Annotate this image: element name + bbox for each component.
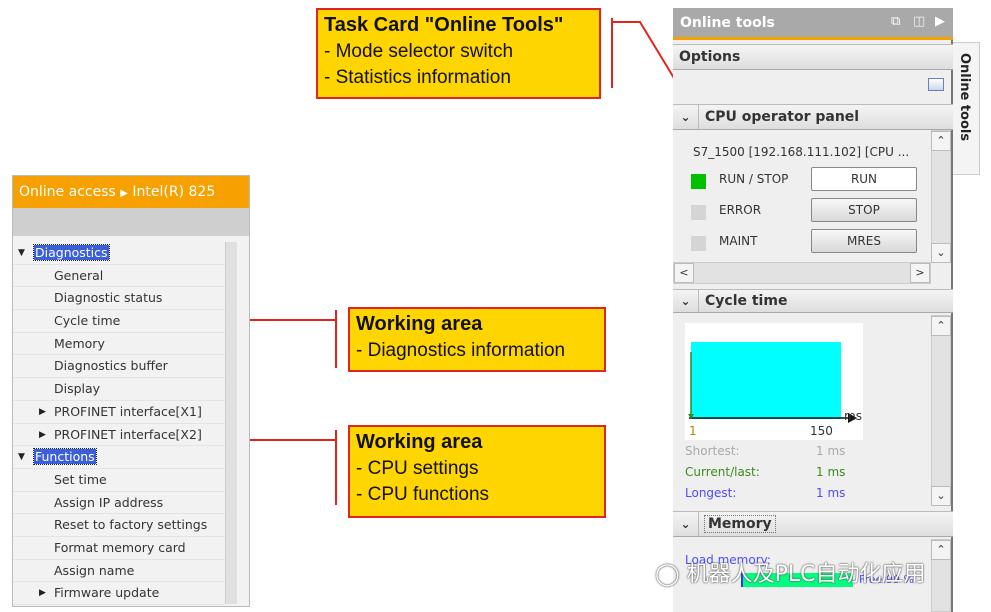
- memory-scrollbar[interactable]: ⌃: [931, 539, 951, 612]
- watermark: ◯ 机器人及PLC自动化应用: [655, 562, 926, 587]
- cpu-panel-scrollbar[interactable]: ⌃ ⌄: [931, 130, 951, 263]
- task-card-title: Online tools: [680, 15, 775, 31]
- shortest-value: 1 ms: [816, 444, 846, 458]
- run-stop-led: [691, 174, 706, 189]
- callout-working-area-functions: Working area - CPU settings - CPU function…: [348, 425, 606, 518]
- tree-item-label: Reset to factory settings: [54, 517, 208, 533]
- chevron-down-icon: ⌄: [673, 290, 699, 312]
- shortest-label: Shortest:: [685, 444, 740, 458]
- breadcrumb: Online access ▶ Intel(R) 825: [13, 176, 249, 208]
- toolbar: [13, 208, 249, 236]
- error-led: [691, 205, 706, 220]
- memory-header[interactable]: ⌄ Memory: [673, 511, 953, 537]
- stop-button[interactable]: STOP: [811, 198, 917, 222]
- maint-label: MAINT: [719, 234, 758, 248]
- current-label: Current/last:: [685, 465, 760, 479]
- mres-button[interactable]: MRES: [811, 229, 917, 253]
- tree-item-firmware-update[interactable]: ▶ Firmware update: [13, 582, 225, 605]
- maint-led: [691, 236, 706, 251]
- scroll-up-icon: ⌃: [931, 316, 951, 336]
- tree-item-label: Firmware update: [54, 585, 160, 601]
- tree-item-label: Set time: [54, 471, 107, 487]
- tree-item-label: Functions: [33, 448, 97, 466]
- axis-min-label: 1: [689, 424, 697, 438]
- wechat-icon: ◯: [655, 562, 680, 587]
- chevron-right-icon: ▶: [120, 188, 128, 199]
- tree-item-set-time[interactable]: Set time: [13, 469, 225, 492]
- online-tools-task-card: Online tools ⧉ ◫ ▶ Options ⌄ CPU operator…: [673, 8, 953, 612]
- tree-item-assign-ip-address[interactable]: Assign IP address: [13, 492, 225, 515]
- tree-item-assign-name[interactable]: Assign name: [13, 560, 225, 583]
- cpu-operator-panel-header[interactable]: ⌄ CPU operator panel: [673, 104, 953, 130]
- horizontal-scrollbar[interactable]: < >: [673, 262, 931, 284]
- tree-item-diagnostic-status[interactable]: Diagnostic status: [13, 287, 225, 311]
- float-window-icon[interactable]: ⧉: [891, 14, 900, 29]
- longest-label: Longest:: [685, 486, 737, 500]
- scroll-down-icon: ⌄: [931, 486, 951, 506]
- cycle-time-chart: 1 150 ms: [685, 323, 863, 440]
- cycle-time-bar: [691, 342, 841, 419]
- collapse-arrow-icon[interactable]: ▶: [935, 14, 945, 29]
- tree-item-label: Assign IP address: [54, 494, 164, 510]
- tree-item-display[interactable]: Display: [13, 378, 225, 401]
- tree-item-label: Diagnostics buffer: [54, 358, 168, 374]
- tree-item-label: Cycle time: [54, 313, 121, 329]
- axis-max-label: 150: [810, 424, 833, 438]
- window-icon[interactable]: [928, 78, 944, 91]
- tree-item-profinet-interface-x2[interactable]: ▶ PROFINET interface[X2]: [13, 424, 225, 447]
- collapsed-triangle-icon[interactable]: ▶: [39, 582, 46, 604]
- split-pane-icon[interactable]: ◫: [913, 14, 925, 29]
- cycle-time-header[interactable]: ⌄ Cycle time: [673, 289, 953, 313]
- chevron-down-icon: ⌄: [673, 105, 699, 129]
- run-stop-label: RUN / STOP: [719, 172, 789, 186]
- tree-item-label: Format memory card: [54, 539, 186, 555]
- tree-item-diagnostics[interactable]: ▼ Diagnostics: [13, 242, 225, 265]
- options-section[interactable]: Options: [673, 44, 953, 70]
- device-name: S7_1500 [192.168.111.102] [CPU ...: [693, 145, 910, 159]
- callout-task-card: Task Card "Online Tools" - Mode selector …: [316, 8, 601, 99]
- expanded-triangle-icon[interactable]: ▼: [18, 446, 25, 468]
- breadcrumb-interface[interactable]: Intel(R) 825: [132, 184, 215, 200]
- scroll-down-icon: ⌄: [931, 243, 951, 263]
- tree-item-functions[interactable]: ▼ Functions: [13, 446, 225, 469]
- tree-item-profinet-interface-x1[interactable]: ▶ PROFINET interface[X1]: [13, 401, 225, 424]
- scrollbar[interactable]: [225, 242, 237, 604]
- tree-item-label: Memory: [54, 335, 105, 351]
- tree-item-label: Diagnostics: [33, 244, 110, 261]
- collapsed-triangle-icon[interactable]: ▶: [39, 424, 46, 446]
- run-button[interactable]: RUN: [811, 167, 917, 191]
- side-tab-online-tools[interactable]: Online tools: [953, 42, 980, 175]
- navigation-tree: ▼ Diagnostics General Diagnostic status Cycl…: [13, 242, 225, 605]
- task-card-header: Online tools ⧉ ◫ ▶: [673, 8, 953, 40]
- scroll-left-icon: <: [674, 263, 694, 283]
- error-label: ERROR: [719, 203, 762, 217]
- callout-working-area-diagnostics: Working area - Diagnostics information: [348, 307, 606, 372]
- tree-item-label: PROFINET interface[X1]: [54, 403, 202, 419]
- expanded-triangle-icon[interactable]: ▼: [18, 242, 25, 264]
- tree-item-label: Diagnostic status: [54, 290, 163, 306]
- tree-item-label: General: [54, 267, 104, 283]
- collapsed-triangle-icon[interactable]: ▶: [39, 401, 46, 423]
- axis-unit-label: ms: [844, 409, 862, 423]
- working-area-panel: Online access ▶ Intel(R) 825 ▼ Diagnostic…: [12, 175, 250, 607]
- current-value: 1 ms: [816, 465, 846, 479]
- tree-item-diagnostics-buffer[interactable]: Diagnostics buffer: [13, 355, 225, 379]
- scroll-right-icon: >: [910, 263, 930, 283]
- scroll-up-icon: ⌃: [931, 131, 951, 151]
- tree-item-label: Display: [54, 381, 101, 397]
- tree-item-memory[interactable]: Memory: [13, 333, 225, 356]
- cycle-scrollbar[interactable]: ⌃ ⌄: [931, 315, 951, 506]
- longest-value: 1 ms: [816, 486, 846, 500]
- tree-item-cycle-time[interactable]: Cycle time: [13, 310, 225, 333]
- scroll-up-icon: ⌃: [931, 540, 951, 560]
- tree-item-general[interactable]: General: [13, 265, 225, 288]
- breadcrumb-online-access[interactable]: Online access: [19, 184, 116, 200]
- chevron-down-icon: ⌄: [673, 512, 699, 536]
- tree-item-label: PROFINET interface[X2]: [54, 426, 202, 442]
- tree-item-format-memory-card[interactable]: Format memory card: [13, 537, 225, 560]
- tree-item-label: Assign name: [54, 562, 135, 578]
- tree-item-reset-to-factory-settings[interactable]: Reset to factory settings: [13, 514, 225, 537]
